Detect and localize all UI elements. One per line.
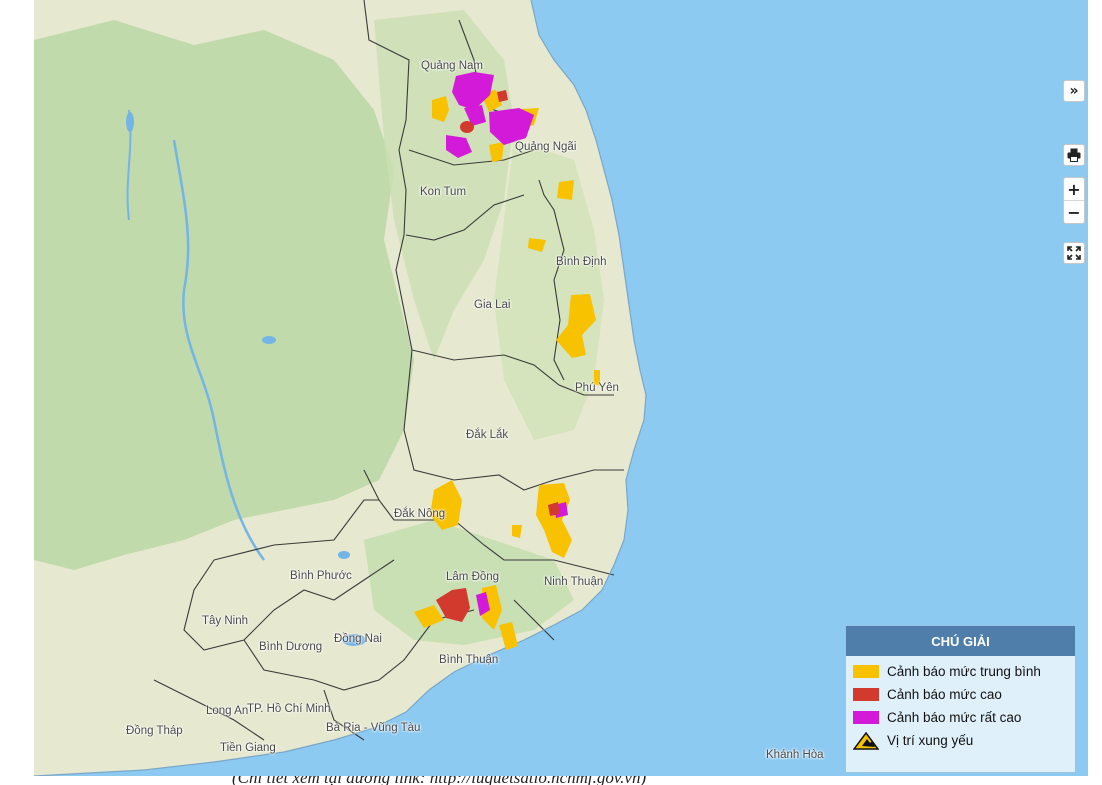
map-legend: CHÚ GIẢI Cảnh báo mức trung bình Cảnh bá… [845, 625, 1076, 773]
place-label-binh-phuoc: Bình Phước [290, 570, 352, 582]
legend-swatch-medium [853, 665, 879, 678]
print-button[interactable] [1063, 144, 1085, 166]
place-label-lam-dong: Lâm Đồng [446, 571, 500, 583]
place-label-tay-ninh: Tây Ninh [202, 615, 249, 627]
zoom-in-button[interactable]: + [1064, 178, 1084, 200]
legend-item-medium: Cảnh báo mức trung bình [846, 660, 1075, 683]
zoom-out-button[interactable]: − [1064, 200, 1084, 223]
warning-zone [460, 121, 474, 133]
place-label-long-an: Long An [206, 705, 249, 717]
place-label-quang-ngai: Quảng Ngãi [515, 141, 577, 153]
legend-title: CHÚ GIẢI [846, 626, 1075, 656]
legend-item-high: Cảnh báo mức cao [846, 683, 1075, 706]
lake [126, 112, 134, 132]
double-chevron-right-icon: » [1069, 83, 1079, 99]
place-label-gia-lai: Gia Lai [474, 299, 511, 311]
place-label-tp-hcm: TP. Hồ Chí Minh [247, 703, 331, 715]
place-label-khanh-hoa: Khánh Hòa [766, 749, 824, 761]
fullscreen-button[interactable] [1063, 242, 1085, 264]
fullscreen-icon [1067, 246, 1081, 260]
lake [338, 551, 350, 559]
legend-swatch-high [853, 688, 879, 701]
caption-strip: (Chi tiết xem tại đường link: http://luq… [0, 776, 1102, 785]
place-label-binh-duong: Bình Dương [259, 641, 323, 653]
place-label-dak-lak: Đắk Lắk [466, 429, 509, 441]
legend-label: Vị trí xung yếu [887, 733, 974, 748]
caption-text: (Chi tiết xem tại đường link: http://luq… [232, 776, 646, 785]
place-label-tien-giang: Tiền Giang [220, 742, 276, 754]
warning-zone [497, 90, 508, 102]
legend-item-very-high: Cảnh báo mức rất cao [846, 706, 1075, 729]
place-label-ba-ria: Bà Rịa - Vũng Tàu [326, 722, 421, 734]
place-label-binh-dinh: Bình Định [556, 256, 607, 268]
zoom-control: + − [1063, 177, 1085, 224]
place-label-ninh-thuan: Ninh Thuận [544, 576, 604, 588]
legend-label: Cảnh báo mức cao [887, 687, 1002, 702]
landslide-warning-icon [853, 731, 879, 750]
legend-swatch-very-high [853, 711, 879, 724]
place-label-dong-nai: Đồng Nai [334, 633, 382, 645]
legend-item-vulnerable: Vị trí xung yếu [846, 729, 1075, 752]
place-label-phu-yen: Phú Yên [575, 382, 619, 394]
legend-label: Cảnh báo mức rất cao [887, 710, 1022, 725]
place-label-dak-nong: Đắk Nông [394, 508, 446, 520]
lake [262, 336, 276, 344]
place-label-dong-thap: Đồng Tháp [126, 725, 183, 737]
place-label-kon-tum: Kon Tum [420, 186, 467, 198]
warning-zone [557, 180, 574, 200]
forest-area-west [34, 20, 414, 570]
expand-panel-button[interactable]: » [1063, 80, 1085, 102]
place-label-binh-thuan: Bình Thuận [439, 654, 499, 666]
legend-label: Cảnh báo mức trung bình [887, 664, 1041, 679]
place-label-quang-nam: Quảng Nam [421, 60, 484, 72]
printer-icon [1067, 148, 1081, 162]
